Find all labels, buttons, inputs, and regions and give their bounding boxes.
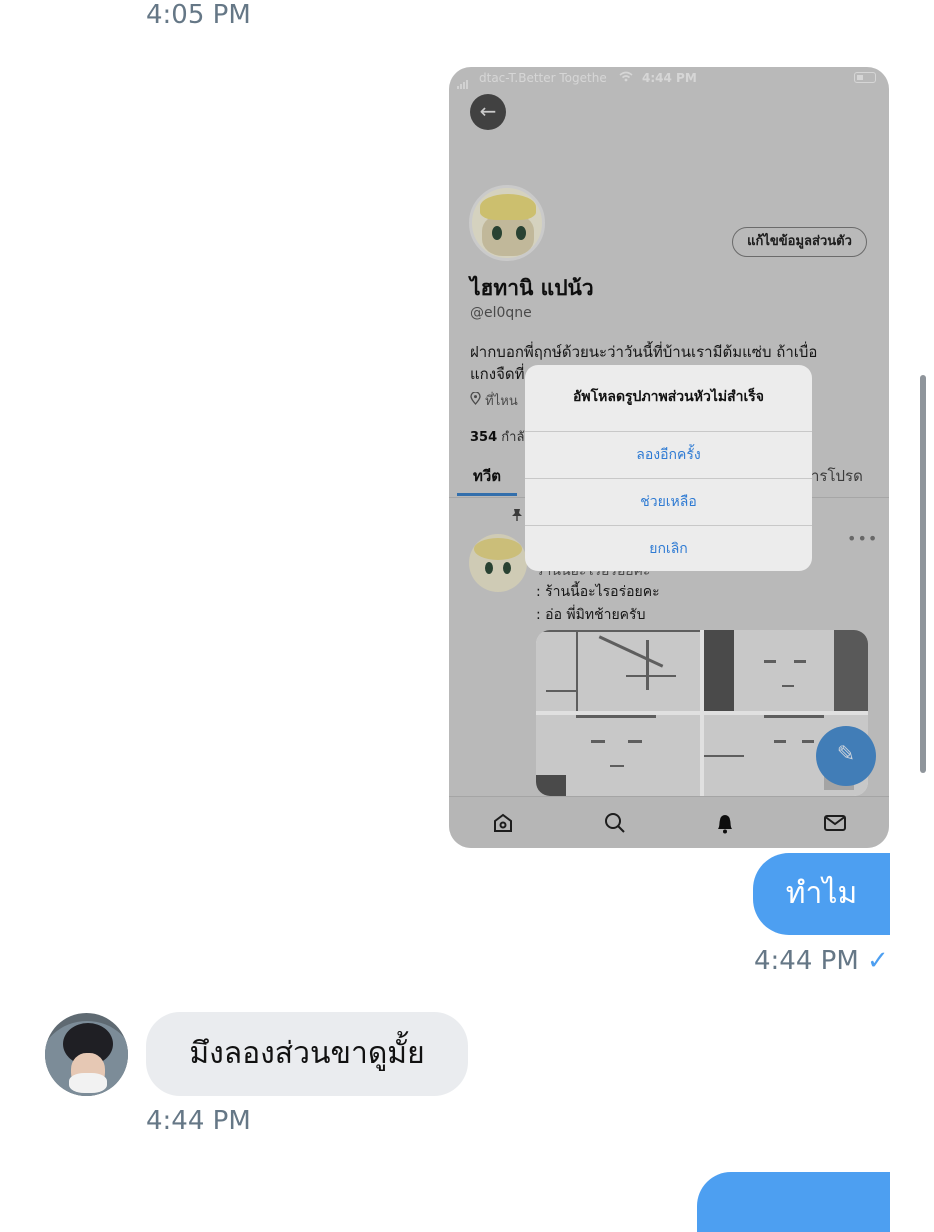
upload-failed-alert: อัพโหลดรูปภาพส่วนหัวไม่สำเร็จ ลองอีกครั้… [525,365,812,571]
retry-button[interactable]: ลองอีกครั้ง [525,432,812,479]
received-message-bubble[interactable]: มึงลองส่วนขาดูมั้ย [146,1012,468,1096]
shared-screenshot-image[interactable]: dtac-T.Better Togethe 4:44 PM ← แก้ไขข้อ… [449,67,889,848]
sent-message-bubble-partial[interactable] [697,1172,890,1232]
help-button[interactable]: ช่วยเหลือ [525,479,812,526]
cancel-button[interactable]: ยกเลิก [525,526,812,571]
sent-timestamp: 4:44 PM ✓ [754,946,889,976]
received-timestamp: 4:44 PM [146,1106,251,1136]
alert-title: อัพโหลดรูปภาพส่วนหัวไม่สำเร็จ [525,365,812,432]
timestamp-top: 4:05 PM [146,0,251,30]
sent-time: 4:44 PM [754,946,859,976]
sent-message-bubble[interactable]: ทำไม [753,853,890,935]
scrollbar[interactable] [920,375,926,773]
sender-avatar[interactable] [45,1013,128,1096]
read-check-icon: ✓ [867,946,889,976]
